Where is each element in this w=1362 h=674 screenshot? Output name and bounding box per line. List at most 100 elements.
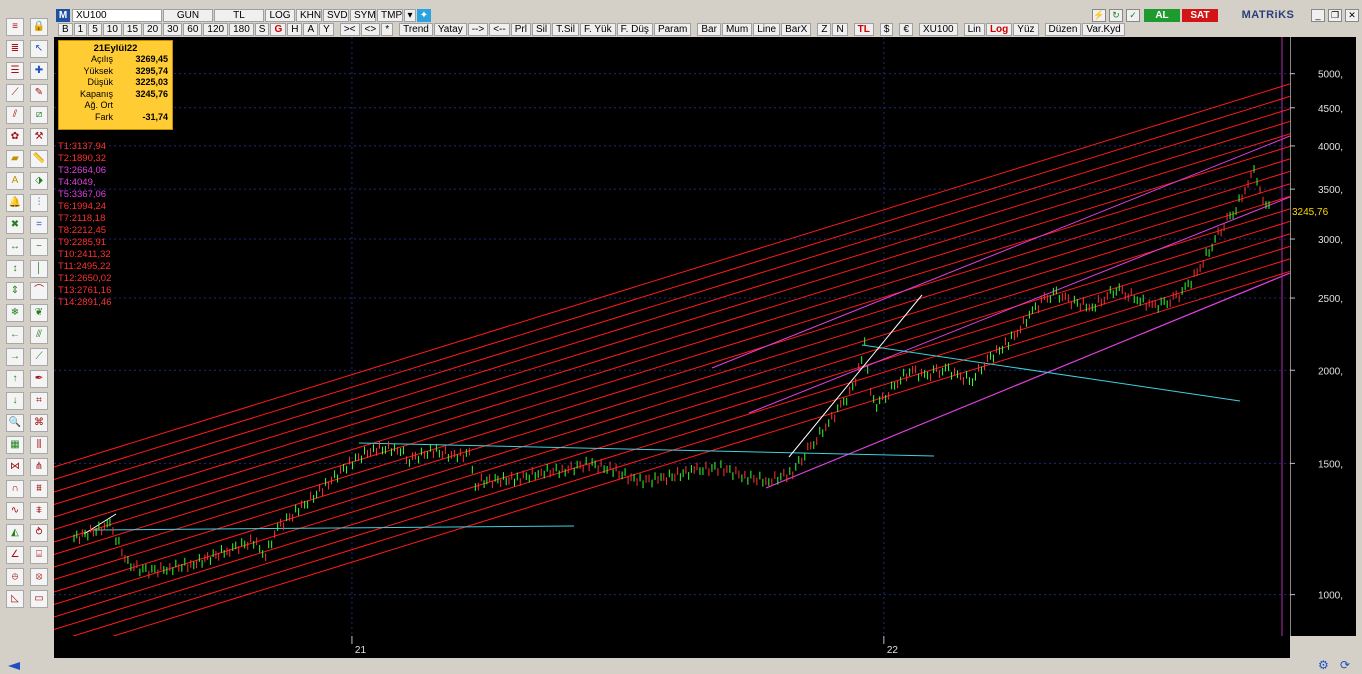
- n-button[interactable]: N: [832, 23, 848, 36]
- arrow-left-icon[interactable]: ←: [6, 326, 24, 344]
- period-s[interactable]: S: [254, 23, 270, 36]
- period-a[interactable]: A: [303, 23, 319, 36]
- sell-button[interactable]: SAT: [1182, 8, 1218, 22]
- shapes-icon[interactable]: ◭: [6, 524, 24, 542]
- price-down-tool[interactable]: F. Düş: [616, 23, 653, 36]
- text-icon[interactable]: A: [6, 172, 24, 190]
- pencil-icon[interactable]: ✎: [30, 84, 48, 102]
- minus-icon[interactable]: −: [30, 238, 48, 256]
- arrow-down-icon[interactable]: ↓: [6, 392, 24, 410]
- matriks-menu-button[interactable]: M: [56, 9, 70, 22]
- period-60[interactable]: 60: [183, 23, 203, 36]
- refresh-chart-icon[interactable]: ⟳: [1340, 658, 1354, 672]
- curve-icon[interactable]: ⌒: [30, 282, 48, 300]
- log-toggle[interactable]: LOG: [265, 9, 295, 22]
- price-axis[interactable]: 1000, 1500, 2000, 2500, 3000, 3500, 4000, 4500,…: [1290, 37, 1356, 636]
- stairs-icon[interactable]: ⌸: [30, 546, 48, 564]
- arrow-right-tool[interactable]: -->: [467, 23, 489, 36]
- lines-icon[interactable]: ☰: [6, 62, 24, 80]
- leaf-icon[interactable]: ❦: [30, 304, 48, 322]
- chart-type-barx[interactable]: BarX: [781, 23, 812, 36]
- triangle-icon[interactable]: ◺: [6, 590, 24, 608]
- diagonal-lines-icon[interactable]: ⫻: [30, 326, 48, 344]
- star-button[interactable]: *: [381, 23, 394, 36]
- snowflake-icon[interactable]: ❄: [6, 304, 24, 322]
- arrow-right-icon[interactable]: →: [6, 348, 24, 366]
- refresh-icon[interactable]: ↻: [1109, 8, 1123, 22]
- trendline-icon[interactable]: ⟋: [6, 84, 24, 102]
- save-button[interactable]: Var.Kyd: [1082, 23, 1125, 36]
- lock-icon[interactable]: 🔒: [30, 18, 48, 36]
- gann-icon[interactable]: ⚒: [30, 128, 48, 146]
- grid-icon[interactable]: ▦: [6, 436, 24, 454]
- align-icon[interactable]: ⫶: [30, 194, 48, 212]
- scale-linear-button[interactable]: Lin: [963, 23, 985, 36]
- symbol-field[interactable]: XU100: [72, 9, 162, 22]
- period-15[interactable]: 15: [122, 23, 143, 36]
- check-icon[interactable]: ✓: [1126, 8, 1140, 22]
- chart-canvas[interactable]: [53, 37, 1291, 655]
- period-1[interactable]: 1: [73, 23, 88, 36]
- restore-icon[interactable]: ❐: [1328, 8, 1342, 22]
- cross-arrows-icon[interactable]: ✖: [6, 216, 24, 234]
- crosshair-icon[interactable]: ✚: [30, 62, 48, 80]
- price-up-tool[interactable]: F. Yük: [579, 23, 616, 36]
- fan-icon[interactable]: ⋈: [6, 458, 24, 476]
- chart-type-bar[interactable]: Bar: [697, 23, 721, 36]
- parallel-tool[interactable]: Prl: [510, 23, 531, 36]
- settings-icon[interactable]: ⚙: [1318, 658, 1332, 672]
- eraser-icon[interactable]: ▰: [6, 150, 24, 168]
- period-gun[interactable]: GUN: [163, 9, 213, 22]
- ruler-icon[interactable]: 📏: [30, 150, 48, 168]
- currency-eur-button[interactable]: €: [899, 23, 914, 36]
- vertical-bar-icon[interactable]: │: [30, 260, 48, 278]
- chart-type-line[interactable]: Line: [753, 23, 781, 36]
- chart-type-candle[interactable]: Mum: [721, 23, 753, 36]
- scale-log-button[interactable]: Log: [985, 23, 1013, 36]
- wave-icon[interactable]: ∿: [6, 502, 24, 520]
- dropdown-icon[interactable]: ▾: [404, 9, 416, 22]
- pen-icon[interactable]: ✒: [30, 370, 48, 388]
- currency-tl[interactable]: TL: [214, 9, 264, 22]
- twitter-icon[interactable]: ✦: [417, 9, 431, 22]
- trend-tool[interactable]: Trend: [399, 23, 433, 36]
- fib-icon[interactable]: ⌗: [30, 392, 48, 410]
- zoom-in-button[interactable]: ><: [339, 23, 360, 36]
- svd-button[interactable]: SVD: [323, 9, 349, 22]
- param-button[interactable]: Param: [653, 23, 692, 36]
- period-20[interactable]: 20: [143, 23, 163, 36]
- tag-icon[interactable]: ⬗: [30, 172, 48, 190]
- angle-icon[interactable]: ∠: [6, 546, 24, 564]
- period-h[interactable]: H: [287, 23, 303, 36]
- buy-button[interactable]: AL: [1144, 8, 1180, 22]
- delete-all-tool[interactable]: T.Sil: [552, 23, 579, 36]
- equal-icon[interactable]: =: [30, 216, 48, 234]
- sym-button[interactable]: SYM: [350, 9, 376, 22]
- period-b[interactable]: B: [58, 23, 73, 36]
- speed-lines-icon[interactable]: ⦻: [30, 568, 48, 586]
- scale-percent-button[interactable]: Yüz: [1013, 23, 1039, 36]
- horizontal-arrows-icon[interactable]: ↔: [6, 238, 24, 256]
- zoom-icon[interactable]: 🔍: [6, 414, 24, 432]
- lightning-icon[interactable]: ⚡: [1092, 8, 1106, 22]
- period-g[interactable]: G: [270, 23, 287, 36]
- scroll-left-icon[interactable]: [8, 662, 20, 670]
- time-axis[interactable]: 21 22: [54, 636, 1290, 658]
- speed-icon[interactable]: ⦺: [6, 568, 24, 586]
- diagonal-icon[interactable]: ⟋: [30, 348, 48, 366]
- pitchfork-icon[interactable]: ⋔: [30, 458, 48, 476]
- magnet-icon[interactable]: ∩: [6, 480, 24, 498]
- edit-button[interactable]: Düzen: [1044, 23, 1082, 36]
- vertical-arrows-icon[interactable]: ↕: [6, 260, 24, 278]
- minimize-icon[interactable]: _: [1311, 8, 1325, 22]
- fibonacci-icon[interactable]: ✿: [6, 128, 24, 146]
- levels-icon[interactable]: ⩨: [30, 502, 48, 520]
- zoom-out-button[interactable]: <>: [360, 23, 381, 36]
- level-icon[interactable]: ⩩: [30, 480, 48, 498]
- period-5[interactable]: 5: [88, 23, 102, 36]
- edit-line-icon[interactable]: ⧄: [30, 106, 48, 124]
- list-icon[interactable]: ≣: [6, 40, 24, 58]
- arrow-up-icon[interactable]: ↑: [6, 370, 24, 388]
- symbol-compare-button[interactable]: XU100: [919, 23, 958, 36]
- close-icon[interactable]: ✕: [1345, 8, 1359, 22]
